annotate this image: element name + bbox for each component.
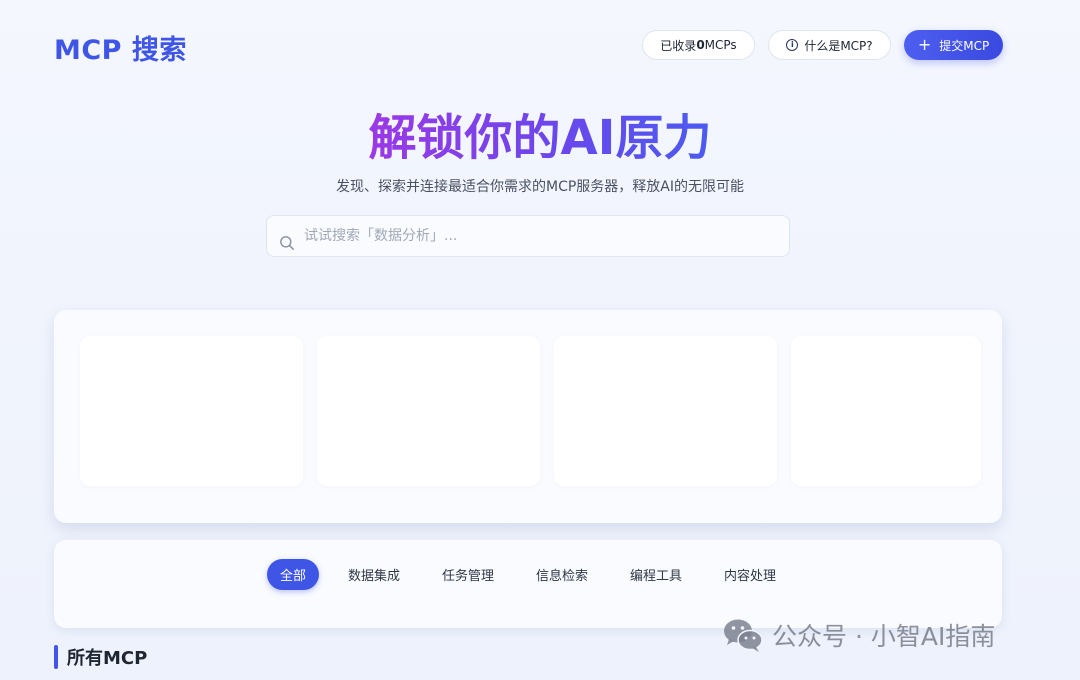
site-logo[interactable]: MCP 搜索 bbox=[54, 28, 187, 67]
section-heading: 所有MCP bbox=[54, 644, 147, 670]
plus-icon: + bbox=[917, 35, 932, 54]
category-tab-content-processing[interactable]: 内容处理 bbox=[711, 559, 790, 590]
mcp-count-badge: 已收录 0 MCPs bbox=[642, 30, 755, 60]
hero-title-text: 解锁你的AI原力 bbox=[368, 110, 712, 166]
watermark-text: 公众号 · 小智AI指南 bbox=[772, 622, 996, 651]
category-tab-all[interactable]: 全部 bbox=[266, 559, 319, 590]
hero-title: 解锁你的AI原力 bbox=[0, 108, 1080, 168]
count-value: 0 bbox=[696, 38, 705, 52]
search-icon bbox=[280, 236, 294, 250]
featured-card-placeholder bbox=[80, 336, 303, 486]
section-accent-bar bbox=[54, 645, 58, 669]
featured-card-placeholder bbox=[317, 336, 540, 486]
section-title: 所有MCP bbox=[67, 648, 148, 669]
submit-mcp-button[interactable]: + 提交MCP bbox=[904, 30, 1003, 60]
category-tab-programming-tools[interactable]: 编程工具 bbox=[617, 559, 696, 590]
category-tab-info-retrieval[interactable]: 信息检索 bbox=[523, 559, 602, 590]
wechat-logo-icon bbox=[724, 619, 763, 652]
what-is-mcp-button[interactable]: i 什么是MCP? bbox=[768, 30, 891, 60]
featured-card-placeholder bbox=[554, 336, 777, 486]
count-suffix: MCPs bbox=[704, 38, 737, 52]
hero-subtitle: 发现、探索并连接最适合你需求的MCP服务器，释放AI的无限可能 bbox=[335, 179, 744, 195]
count-prefix: 已收录 bbox=[660, 38, 697, 53]
info-icon: i bbox=[786, 39, 799, 51]
header-actions: 已收录 0 MCPs i 什么是MCP? + 提交MCP bbox=[642, 30, 1003, 60]
search-box[interactable] bbox=[266, 215, 790, 257]
what-is-mcp-label: 什么是MCP? bbox=[804, 38, 873, 53]
category-tab-data-integration[interactable]: 数据集成 bbox=[334, 559, 413, 590]
category-panel: 全部 数据集成 任务管理 信息检索 编程工具 内容处理 bbox=[54, 540, 1002, 628]
submit-mcp-label: 提交MCP bbox=[939, 38, 990, 53]
featured-card-placeholder bbox=[791, 336, 981, 486]
category-tab-task-management[interactable]: 任务管理 bbox=[428, 559, 507, 590]
category-tabs: 全部 数据集成 任务管理 信息检索 编程工具 内容处理 bbox=[54, 559, 1002, 590]
featured-panel bbox=[54, 310, 1002, 523]
search-input[interactable] bbox=[304, 216, 774, 256]
watermark: 公众号 · 小智AI指南 bbox=[722, 616, 995, 654]
